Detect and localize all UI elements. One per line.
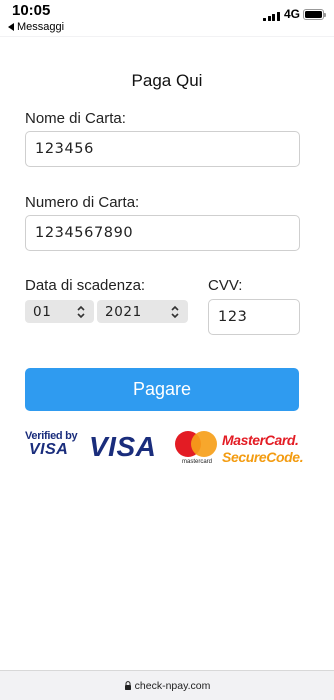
card-name-input[interactable] — [25, 131, 300, 167]
expiry-label: Data di scadenza: — [25, 277, 146, 294]
expiry-month-select[interactable]: 01 — [25, 300, 94, 323]
cvv-input[interactable] — [208, 299, 300, 335]
browser-url-bar[interactable]: check-npay.com — [0, 670, 334, 700]
signal-strength-icon — [263, 11, 280, 21]
payment-page: Paga Qui Nome di Carta: Numero di Carta:… — [0, 37, 334, 670]
mastercard-caption: mastercard — [181, 459, 212, 465]
back-to-messages-link[interactable]: Messaggi — [8, 21, 64, 33]
back-label: Messaggi — [17, 21, 65, 33]
back-arrow-icon — [8, 23, 14, 31]
status-time: 10:05 — [12, 2, 51, 19]
expiry-year-select[interactable]: 2021 — [97, 300, 188, 323]
mastercard-securecode-logo: MasterCard. SecureCode. — [222, 432, 304, 465]
expiry-month-value: 01 — [33, 303, 52, 320]
mastercard-yellow-circle — [191, 431, 217, 457]
network-type: 4G — [284, 7, 301, 21]
visa-logo: VISA — [89, 431, 157, 462]
lock-icon — [124, 681, 131, 690]
securecode-text: SecureCode. — [222, 449, 304, 465]
page-title: Paga Qui — [131, 71, 203, 90]
mastercard-logo: mastercard — [173, 429, 221, 469]
card-number-input[interactable] — [25, 215, 300, 251]
verified-by-visa-logo: Verified by VISA — [25, 431, 78, 458]
battery-icon — [303, 9, 326, 20]
chevron-up-down-icon — [171, 305, 179, 318]
visa-small-text: VISA — [29, 441, 69, 458]
payment-logos: Verified by VISA VISA mastercard MasterC… — [25, 429, 304, 469]
card-number-label: Numero di Carta: — [25, 194, 140, 211]
url-text: check-npay.com — [134, 679, 211, 692]
card-name-label: Nome di Carta: — [25, 110, 126, 127]
pay-button[interactable]: Pagare — [25, 368, 299, 411]
expiry-year-value: 2021 — [105, 303, 142, 320]
chevron-up-down-icon — [77, 305, 85, 318]
cvv-label: CVV: — [208, 277, 243, 294]
mastercard-text: MasterCard. — [222, 432, 299, 448]
status-bar: 10:05 Messaggi 4G — [0, 0, 334, 36]
